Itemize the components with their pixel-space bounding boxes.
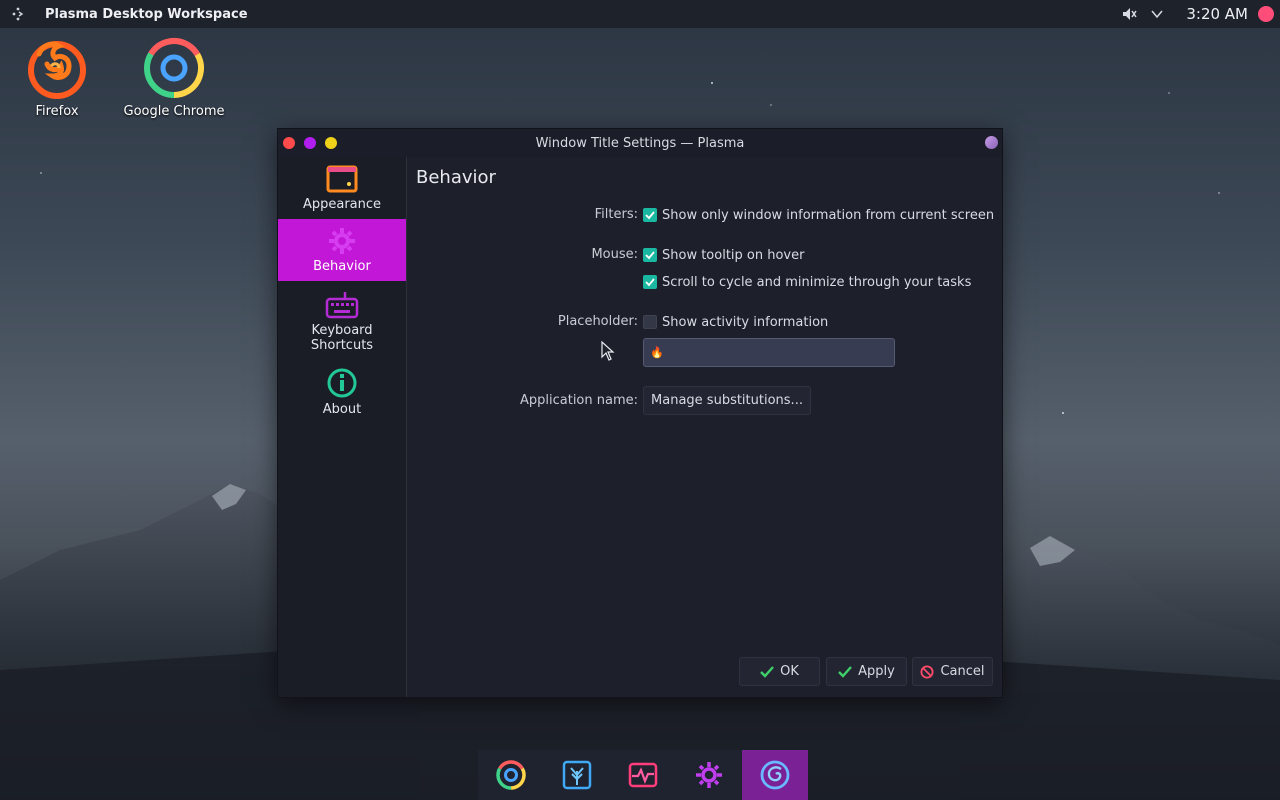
appname-label: Application name: <box>519 393 638 408</box>
checkbox-checked-icon[interactable] <box>643 248 657 262</box>
mouse-cursor-icon <box>601 341 615 361</box>
sidebar-item-keyboard-shortcuts[interactable]: Keyboard Shortcuts <box>278 281 406 361</box>
settings-sidebar: Appearance Behavior Keyboard Shortcuts A… <box>278 157 407 697</box>
behavior-gear-icon <box>329 228 355 254</box>
ok-button[interactable]: OK <box>739 657 820 686</box>
maximize-button[interactable] <box>325 137 337 149</box>
manage-substitutions-button[interactable]: Manage substitutions... <box>643 386 811 415</box>
check-icon <box>760 665 775 678</box>
chrome-icon <box>496 760 526 790</box>
plasma-app-icon <box>760 760 790 790</box>
window-titlebar[interactable]: Window Title Settings — Plasma <box>278 129 1002 157</box>
close-button[interactable] <box>283 137 295 149</box>
star <box>1168 92 1170 94</box>
dock-item-settings[interactable] <box>676 750 742 800</box>
minimize-button[interactable] <box>304 137 316 149</box>
chevron-down-icon[interactable] <box>1146 3 1168 25</box>
dock-item-plasma-app[interactable] <box>742 750 808 800</box>
filters-label: Filters: <box>594 207 638 222</box>
speaker-muted-icon[interactable] <box>1118 3 1140 25</box>
check-icon <box>838 665 853 678</box>
tooltip-option-label: Show tooltip on hover <box>662 247 805 263</box>
launcher-icon[interactable] <box>0 0 36 28</box>
system-monitor-icon <box>628 762 658 788</box>
checkbox-checked-icon[interactable] <box>643 275 657 289</box>
activity-checkbox-row[interactable]: Show activity information <box>643 312 828 332</box>
desktop-icon-label: Google Chrome <box>123 104 225 119</box>
settings-window: Window Title Settings — Plasma Appearanc… <box>277 128 1003 698</box>
star <box>1062 412 1064 414</box>
dock-item-system-monitor[interactable] <box>610 750 676 800</box>
star <box>770 104 772 106</box>
manage-substitutions-label: Manage substitutions... <box>651 393 803 408</box>
placeholder-input[interactable]: 🔥 <box>643 338 895 367</box>
window-title: Window Title Settings — Plasma <box>535 135 745 151</box>
cancel-label: Cancel <box>940 664 985 679</box>
mouse-label: Mouse: <box>591 247 638 262</box>
placeholder-value: 🔥 <box>650 346 664 359</box>
sidebar-item-behavior[interactable]: Behavior <box>278 219 406 281</box>
scroll-checkbox-row[interactable]: Scroll to cycle and minimize through you… <box>643 272 971 292</box>
apply-button[interactable]: Apply <box>826 657 907 686</box>
star <box>711 82 713 84</box>
desktop-icon-chrome[interactable]: Google Chrome <box>119 36 229 119</box>
checkbox-unchecked-icon[interactable] <box>643 315 657 329</box>
page-title: Behavior <box>416 167 496 188</box>
window-menu-button[interactable] <box>985 136 998 149</box>
keyboard-icon <box>325 291 359 318</box>
settings-content: Behavior Filters: Show only window infor… <box>408 157 1002 697</box>
info-icon <box>327 368 357 398</box>
dock-item-tree-app[interactable] <box>544 750 610 800</box>
sidebar-item-label: Shortcuts <box>310 337 374 353</box>
desktop-icon-firefox[interactable]: Firefox <box>2 36 112 119</box>
scroll-option-label: Scroll to cycle and minimize through you… <box>662 274 972 290</box>
sidebar-item-appearance[interactable]: Appearance <box>278 157 406 219</box>
sidebar-item-about[interactable]: About <box>278 361 406 423</box>
chrome-icon <box>144 38 205 98</box>
user-avatar-icon[interactable] <box>1258 6 1274 22</box>
appearance-icon <box>326 165 358 193</box>
dock-item-chrome[interactable] <box>478 750 544 800</box>
filters-option-label: Show only window information from curren… <box>662 207 995 223</box>
cancel-icon <box>920 665 934 679</box>
sidebar-item-label: Appearance <box>302 197 382 212</box>
dock-panel <box>478 750 808 800</box>
desktop-icon-label: Firefox <box>35 104 79 119</box>
filters-checkbox-row[interactable]: Show only window information from curren… <box>643 205 994 225</box>
ok-label: OK <box>780 664 799 679</box>
apply-label: Apply <box>858 664 895 679</box>
sidebar-item-label: Behavior <box>313 259 371 274</box>
sidebar-item-label: Keyboard <box>311 322 373 338</box>
clock[interactable]: 3:20 AM <box>1186 5 1248 23</box>
system-tray: 3:20 AM <box>1118 0 1280 28</box>
top-panel: Plasma Desktop Workspace 3:20 AM <box>0 0 1280 28</box>
sidebar-item-label: About <box>322 402 362 417</box>
tree-app-icon <box>562 760 592 790</box>
panel-title: Plasma Desktop Workspace <box>45 6 248 22</box>
checkbox-checked-icon[interactable] <box>643 208 657 222</box>
cancel-button[interactable]: Cancel <box>912 657 993 686</box>
tooltip-checkbox-row[interactable]: Show tooltip on hover <box>643 245 804 265</box>
activity-option-label: Show activity information <box>662 314 829 330</box>
firefox-icon <box>28 41 86 99</box>
settings-gear-icon <box>696 762 722 788</box>
star <box>1218 192 1220 194</box>
star <box>40 172 42 174</box>
placeholder-label: Placeholder: <box>557 314 638 329</box>
